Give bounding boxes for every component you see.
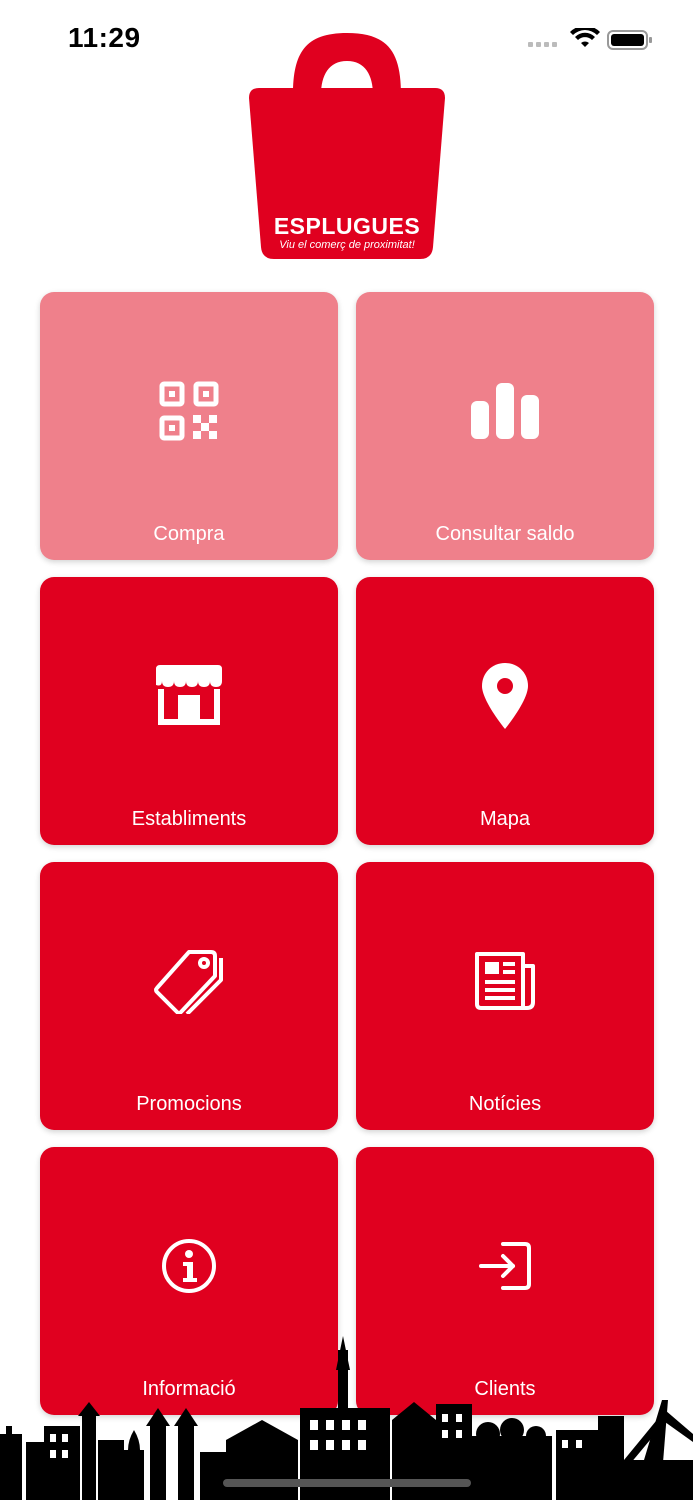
- tags-icon: [40, 948, 338, 1014]
- tile-label: Compra: [153, 523, 225, 545]
- tile-label: Promocions: [136, 1093, 242, 1115]
- signal-icon: [528, 42, 557, 47]
- store-icon: [40, 663, 338, 729]
- logo-tagline: Viu el comerç de proximitat!: [279, 239, 415, 251]
- login-icon: [356, 1233, 654, 1299]
- wifi-icon: [570, 25, 600, 47]
- tile-label: Establiments: [131, 808, 247, 830]
- tile-establiments[interactable]: Establiments: [40, 577, 338, 845]
- info-icon: [40, 1233, 338, 1299]
- city-skyline-illustration: [0, 1330, 693, 1500]
- logo-title: ESPLUGUES: [273, 213, 421, 239]
- tile-label: Mapa: [479, 808, 531, 830]
- battery-icon: [607, 30, 652, 50]
- tile-label: Notícies: [468, 1093, 542, 1115]
- bar-chart-icon: [356, 378, 654, 444]
- home-indicator: [223, 1479, 471, 1487]
- map-pin-icon: [356, 663, 654, 729]
- status-icons: [528, 25, 653, 52]
- qr-code-icon: [40, 378, 338, 444]
- tile-compra[interactable]: Compra: [40, 292, 338, 560]
- tile-mapa[interactable]: Mapa: [356, 577, 654, 845]
- status-time: 11:29: [68, 22, 141, 53]
- tile-noticies[interactable]: Notícies: [356, 862, 654, 1130]
- newspaper-icon: [356, 948, 654, 1014]
- tile-consultar-saldo[interactable]: Consultar saldo: [356, 292, 654, 560]
- app-logo: ESPLUGUES Viu el comerç de proximitat!: [247, 33, 447, 261]
- tile-label: Consultar saldo: [435, 523, 575, 545]
- tile-promocions[interactable]: Promocions: [40, 862, 338, 1130]
